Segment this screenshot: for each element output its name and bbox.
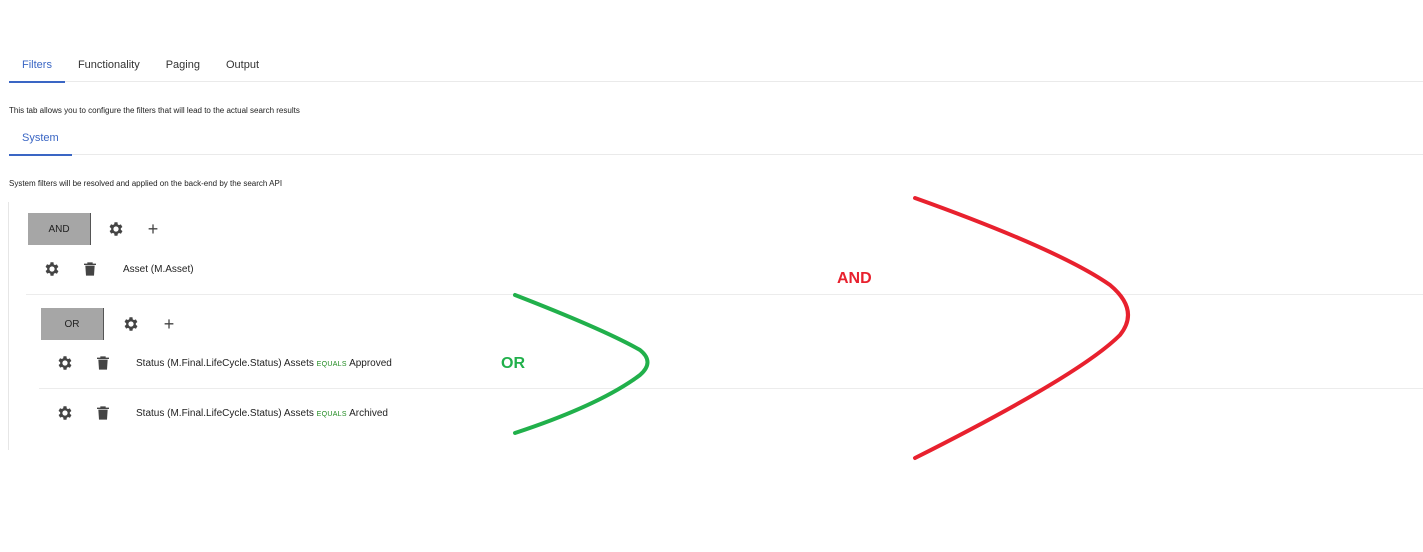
gear-icon[interactable] — [55, 403, 75, 423]
rule-text: Status (M.Final.LifeCycle.Status) Assets… — [136, 358, 392, 369]
tab-filters[interactable]: Filters — [9, 55, 65, 83]
filter-rule: Asset (M.Asset) — [42, 259, 194, 279]
or-operator-button[interactable]: OR — [41, 308, 104, 340]
rule-field: Asset (M.Asset) — [123, 263, 194, 275]
rule-value: Archived — [349, 407, 388, 419]
rule-field: Status (M.Final.LifeCycle.Status) Assets — [136, 407, 314, 419]
or-annotation-label: OR — [501, 355, 525, 372]
gear-icon[interactable] — [121, 314, 141, 334]
gear-icon[interactable] — [55, 353, 75, 373]
tab-output[interactable]: Output — [213, 55, 272, 81]
tab-paging[interactable]: Paging — [153, 55, 213, 81]
divider — [26, 294, 1423, 295]
rule-value: Approved — [349, 357, 392, 369]
root-group-header: AND + — [28, 213, 163, 245]
gear-icon[interactable] — [106, 219, 126, 239]
gear-icon[interactable] — [42, 259, 62, 279]
and-operator-button[interactable]: AND — [28, 213, 91, 245]
divider — [39, 388, 1423, 389]
trash-icon[interactable] — [93, 403, 113, 423]
nested-group-header: OR + — [41, 308, 179, 340]
filter-subtabs: System — [9, 128, 1423, 156]
plus-icon[interactable]: + — [143, 219, 163, 239]
and-annotation-label: AND — [837, 270, 872, 287]
main-tabs: Filters Functionality Paging Output — [9, 55, 1423, 83]
filter-rule: Status (M.Final.LifeCycle.Status) Assets… — [55, 353, 392, 373]
filter-rule: Status (M.Final.LifeCycle.Status) Assets… — [55, 403, 388, 423]
rule-text: Status (M.Final.LifeCycle.Status) Assets… — [136, 408, 388, 419]
rule-comparator: EQUALS — [316, 360, 347, 368]
filters-description: This tab allows you to configure the fil… — [9, 106, 300, 115]
tab-functionality[interactable]: Functionality — [65, 55, 153, 81]
trash-icon[interactable] — [93, 353, 113, 373]
rule-comparator: EQUALS — [316, 410, 347, 418]
tab-system[interactable]: System — [9, 128, 72, 156]
trash-icon[interactable] — [80, 259, 100, 279]
system-description: System filters will be resolved and appl… — [9, 179, 283, 188]
rule-field: Status (M.Final.LifeCycle.Status) Assets — [136, 357, 314, 369]
root-filter-group: AND + Asset (M.Asset) OR + Status (M.Fin… — [8, 202, 1423, 450]
plus-icon[interactable]: + — [159, 314, 179, 334]
